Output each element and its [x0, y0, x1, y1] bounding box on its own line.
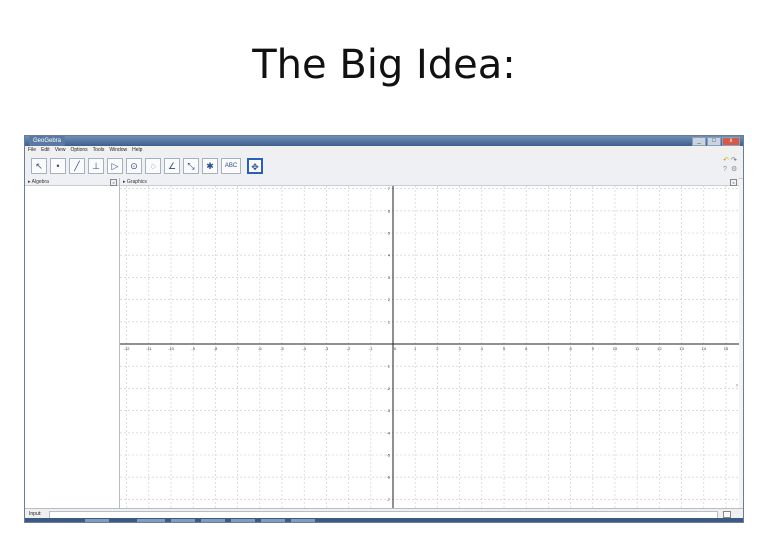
x-tick-label: 13	[679, 346, 684, 351]
x-tick-label: 2	[436, 346, 439, 351]
title-bar: GeoGebra _ □ x	[25, 136, 743, 146]
x-tick-label: 4	[481, 346, 484, 351]
taskbar-item[interactable]	[137, 519, 165, 522]
y-tick-label: 1	[388, 319, 391, 324]
window-title: GeoGebra	[29, 136, 66, 146]
window-controls: _ □ x	[692, 137, 740, 146]
settings-icon[interactable]: ⚙	[731, 166, 737, 173]
x-tick-label: -6	[258, 346, 262, 351]
x-tick-label: 7	[547, 346, 550, 351]
y-tick-label: 3	[388, 275, 391, 280]
coordinate-plane[interactable]: -12 -11 -10 -9 -8 -7 -6 -5 -4 -3 -2 -1 0 1 2 3 4 5 6 7 8 9 10 1…	[120, 186, 739, 508]
point-tool-button[interactable]: •	[50, 158, 66, 174]
graphics-label: Graphics	[126, 179, 147, 185]
graphics-close-icon[interactable]: ×	[730, 179, 737, 186]
x-tick-label: -4	[302, 346, 306, 351]
taskbar-item[interactable]	[291, 519, 315, 522]
x-tick-label: 9	[592, 346, 595, 351]
y-tick-label: 2	[388, 297, 391, 302]
x-tick-label: 14	[702, 346, 707, 351]
algebra-close-icon[interactable]: ×	[110, 179, 117, 186]
x-tick-label: 8	[569, 346, 572, 351]
move-graphics-tool-button[interactable]: ✥	[247, 158, 263, 174]
x-tick-label: -2	[347, 346, 351, 351]
algebra-header: ▸ Algebra ×	[25, 178, 119, 186]
x-tick-label: 12	[657, 346, 662, 351]
toolbar-right-icons: ↶ ↷ ? ⚙	[723, 157, 739, 175]
y-tick-label: -3	[386, 408, 390, 413]
graphics-view[interactable]: ▸ Graphics × -12 -11 -10 -9 -8 -7 -6 -5 -4 -3 -2 -1…	[120, 178, 739, 508]
angle-tool-button[interactable]: ∠	[164, 158, 180, 174]
x-tick-label: 1	[414, 346, 417, 351]
move-tool-button[interactable]: ↖	[31, 158, 47, 174]
menu-view[interactable]: View	[55, 146, 66, 155]
y-tick-label: 6	[388, 208, 391, 213]
x-tick-label: -10	[168, 346, 175, 351]
text-tool-button[interactable]: ABC	[221, 158, 241, 174]
algebra-label: Algebra	[31, 179, 49, 185]
x-tick-label: -5	[280, 346, 284, 351]
x-tick-label: 0	[394, 346, 397, 351]
toolbar: ↖ • ╱ ⊥ ▷ ⊙ ◌ ∠ ⤡ ✱ ABC ✥	[25, 155, 743, 179]
y-tick-label: -4	[386, 430, 390, 435]
graphics-header: ▸ Graphics ×	[120, 178, 739, 186]
menu-options[interactable]: Options	[70, 146, 87, 155]
os-taskbar	[25, 518, 743, 522]
algebra-view: ▸ Algebra ×	[25, 178, 120, 508]
y-tick-label: 5	[388, 231, 391, 236]
circle-points-tool-button[interactable]: ◌	[145, 158, 161, 174]
x-tick-label: -3	[325, 346, 329, 351]
taskbar-item[interactable]	[171, 519, 195, 522]
x-tick-label: -1	[369, 346, 373, 351]
x-tick-label: -7	[236, 346, 240, 351]
line-tool-button[interactable]: ╱	[69, 158, 85, 174]
menu-help[interactable]: Help	[132, 146, 142, 155]
slide-title: The Big Idea:	[252, 42, 516, 88]
input-help-icon[interactable]	[723, 511, 731, 518]
y-tick-label: -1	[386, 364, 390, 369]
undo-icon[interactable]: ↶	[723, 157, 729, 164]
y-tick-label: -5	[386, 453, 390, 458]
x-tick-label: 10	[613, 346, 618, 351]
x-tick-label: -9	[191, 346, 195, 351]
y-tick-label: -6	[386, 475, 390, 480]
reflect-tool-button[interactable]: ⤡	[183, 158, 199, 174]
menu-edit[interactable]: Edit	[41, 146, 50, 155]
help-icon[interactable]: ?	[723, 166, 727, 173]
maximize-button[interactable]: □	[707, 137, 721, 146]
taskbar-item[interactable]	[85, 519, 109, 522]
x-tick-label: 3	[458, 346, 461, 351]
taskbar-item[interactable]	[201, 519, 225, 522]
y-tick-label: 4	[388, 253, 391, 258]
minimize-button[interactable]: _	[692, 137, 706, 146]
menu-file[interactable]: File	[28, 146, 36, 155]
x-tick-label: 11	[635, 346, 640, 351]
x-tick-label: 6	[525, 346, 528, 351]
taskbar-item[interactable]	[231, 519, 255, 522]
menu-window[interactable]: Window	[109, 146, 127, 155]
redo-icon[interactable]: ↷	[731, 157, 737, 164]
perpendicular-tool-button[interactable]: ⊥	[88, 158, 104, 174]
x-tick-label: -11	[146, 346, 152, 351]
x-tick-label: 15	[724, 346, 729, 351]
menu-bar: File Edit View Options Tools Window Help	[25, 146, 743, 155]
y-tick-label: -7	[386, 497, 390, 502]
menu-tools[interactable]: Tools	[93, 146, 105, 155]
y-tick-label: 7	[388, 186, 391, 191]
x-tick-label: 5	[503, 346, 506, 351]
slider-tool-button[interactable]: ✱	[202, 158, 218, 174]
x-tick-label: -8	[214, 346, 218, 351]
y-tick-label: -2	[386, 386, 390, 391]
polygon-tool-button[interactable]: ▷	[107, 158, 123, 174]
close-button[interactable]: x	[722, 137, 740, 146]
x-tick-label: -12	[124, 346, 131, 351]
collapse-arrow-icon[interactable]: ›	[736, 383, 738, 389]
circle-tool-button[interactable]: ⊙	[126, 158, 142, 174]
taskbar-item[interactable]	[261, 519, 285, 522]
geogebra-window: GeoGebra _ □ x File Edit View Options To…	[24, 135, 744, 523]
